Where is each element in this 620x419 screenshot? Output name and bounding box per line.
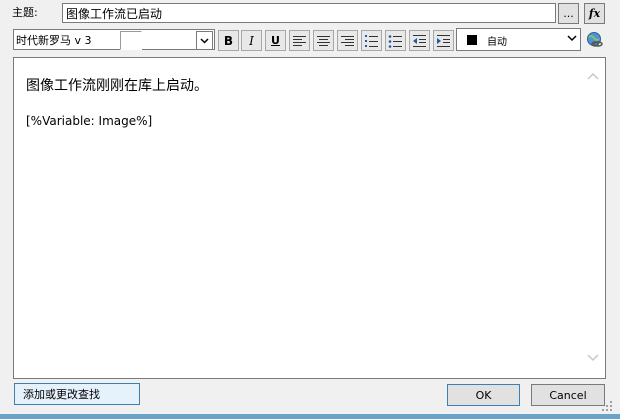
window-bottom-border <box>0 414 620 419</box>
italic-label: I <box>249 33 254 48</box>
underline-label: U <box>271 34 280 47</box>
font-name: 时代新罗马 v 3 <box>16 34 92 47</box>
underline-button[interactable]: U <box>265 30 286 51</box>
align-left-button[interactable] <box>289 30 310 51</box>
align-left-icon <box>293 35 306 46</box>
fx-function-button[interactable]: fx <box>584 3 605 24</box>
bold-label: B <box>223 33 234 48</box>
subject-input[interactable] <box>62 3 556 23</box>
insert-link-button[interactable] <box>584 29 605 50</box>
editor-line: 图像工作流刚刚在库上启动。 <box>26 78 208 94</box>
italic-button[interactable]: I <box>241 30 262 51</box>
align-right-icon <box>341 35 354 46</box>
bullet-list-button[interactable] <box>385 30 406 51</box>
chevron-down-icon <box>567 35 577 42</box>
outdent-icon <box>413 34 426 47</box>
color-label: 自动 <box>487 37 507 48</box>
align-center-icon <box>317 35 330 46</box>
font-select[interactable]: 时代新罗马 v 3 <box>13 29 215 50</box>
editor-variable: [%Variable: Image%] <box>26 114 153 128</box>
indent-icon <box>437 34 450 47</box>
subject-label: 主题: <box>12 6 38 19</box>
increase-indent-button[interactable] <box>433 30 454 51</box>
color-swatch <box>467 35 477 45</box>
globe-link-icon <box>586 31 603 47</box>
numbered-list-button[interactable] <box>361 30 382 51</box>
message-editor[interactable]: 图像工作流刚刚在库上启动。 [%Variable: Image%] <box>13 57 606 379</box>
font-size-box[interactable] <box>120 31 142 50</box>
add-change-lookup-button[interactable]: 添加或更改查找 <box>14 383 140 405</box>
ellipsis-button[interactable]: ... <box>558 3 579 24</box>
font-color-select[interactable]: 自动 <box>456 28 581 51</box>
ok-button[interactable]: OK <box>447 384 520 406</box>
cancel-button[interactable]: Cancel <box>531 384 605 406</box>
align-center-button[interactable] <box>313 30 334 51</box>
numbered-list-icon <box>365 34 378 47</box>
resize-grip-icon[interactable] <box>601 400 613 412</box>
align-right-button[interactable] <box>337 30 358 51</box>
decrease-indent-button[interactable] <box>409 30 430 51</box>
bold-button[interactable]: B <box>218 30 239 51</box>
bullet-list-icon <box>388 34 402 48</box>
scroll-down-icon[interactable] <box>587 354 599 362</box>
scroll-up-icon[interactable] <box>587 72 599 80</box>
chevron-down-icon[interactable] <box>196 31 213 50</box>
